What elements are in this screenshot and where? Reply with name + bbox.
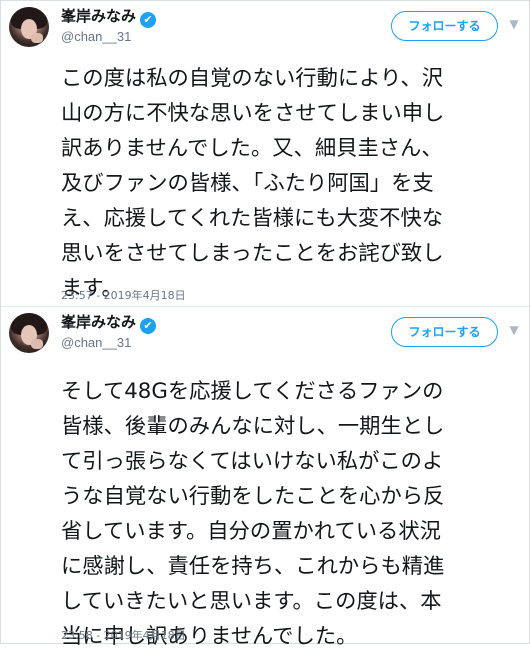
avatar-hand: [31, 33, 43, 43]
verified-badge-icon: ✔: [140, 12, 157, 28]
user-handle[interactable]: @chan__31: [61, 335, 131, 350]
tweet: 峯岸みなみ ✔ @chan__31 フォローする ▼ この度は私の自覚のない行動に…: [1, 1, 529, 307]
follow-button[interactable]: フォローする: [391, 11, 498, 41]
display-name-text: 峯岸みなみ: [61, 7, 137, 25]
tweet-text-line: 山の方に不快な思いをさせてしまい申し: [61, 101, 445, 126]
tweet-text-line: 及びファンの皆様、「ふたり阿国」を支: [61, 171, 434, 196]
tweet-text: そして48Gを応援してくださるファンの 皆様、後輩のみんなに対し、一期生とし て…: [61, 374, 523, 654]
tweet-text-line: て引っ張らなくてはいけない私がこのよ: [61, 449, 444, 474]
tweet-text-line: していきたいと思います。この度は、本: [61, 589, 442, 614]
chevron-down-icon[interactable]: ▼: [507, 17, 521, 31]
avatar-hand: [31, 339, 43, 349]
tweet-text-line: 省しています。自分の置かれている状況: [61, 519, 441, 544]
tweet-text: この度は私の自覚のない行動により、沢 山の方に不快な思いをさせてしまい申し 訳あ…: [61, 61, 523, 306]
tweet-text-line: うな自覚ない行動をしたことを心から反: [61, 484, 445, 509]
chevron-down-icon[interactable]: ▼: [507, 323, 521, 337]
tweet-text-line: そして48Gを応援してくださるファンの: [61, 379, 444, 404]
display-name[interactable]: 峯岸みなみ ✔: [61, 311, 157, 334]
tweet: 峯岸みなみ ✔ @chan__31 フォローする ▼ そして48Gを応援してくださ…: [1, 307, 529, 649]
display-name-text: 峯岸みなみ: [61, 313, 137, 331]
tweet-text-line: 思いをさせてしまったことをお詫び致し: [61, 241, 444, 266]
tweet-text-line: 皆様、後輩のみんなに対し、一期生とし: [61, 414, 445, 439]
tweet-timestamp[interactable]: 23:58 - 2019年4月18日: [61, 627, 186, 643]
tweet-screenshot: 峯岸みなみ ✔ @chan__31 フォローする ▼ この度は私の自覚のない行動に…: [0, 0, 530, 649]
tweet-text-line: 訳ありませんでした。又、細貝圭さん、: [61, 136, 443, 161]
tweet-timestamp[interactable]: 23:57 - 2019年4月18日: [61, 287, 186, 303]
display-name[interactable]: 峯岸みなみ ✔: [61, 5, 157, 28]
follow-button[interactable]: フォローする: [391, 317, 498, 347]
tweet-text-line: え、応援してくれた皆様にも大変不快な: [61, 206, 444, 231]
avatar[interactable]: [9, 7, 49, 47]
avatar[interactable]: [9, 313, 49, 353]
verified-badge-icon: ✔: [140, 318, 157, 334]
tweet-text-line: この度は私の自覚のない行動により、沢: [61, 66, 444, 91]
tweet-text-line: に感謝し、責任を持ち、これからも精進: [61, 554, 445, 579]
user-handle[interactable]: @chan__31: [61, 29, 131, 44]
